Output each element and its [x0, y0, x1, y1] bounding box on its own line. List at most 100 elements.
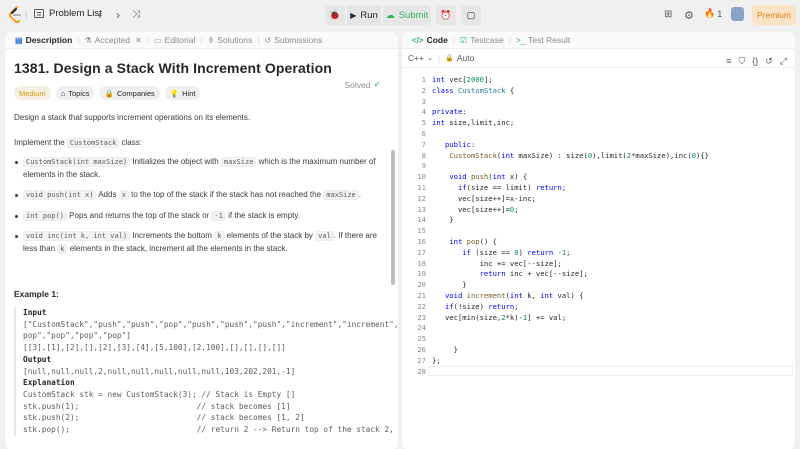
inline-code: x — [118, 190, 129, 200]
line-number: 21 — [417, 291, 426, 300]
close-icon[interactable]: ✕ — [135, 36, 142, 45]
inline-code: k — [57, 243, 68, 254]
streak-counter[interactable]: 🔥 1 — [704, 8, 722, 19]
divider: | — [25, 9, 28, 19]
explanation-line: stk.push(2); // stack becomes [1, 2] — [23, 413, 305, 423]
code-line: int pop() { — [449, 237, 497, 246]
leetcode-logo-icon[interactable] — [8, 6, 24, 24]
implement-pre: Implement the — [14, 137, 67, 147]
problem-intro: Design a stack that supports increment o… — [14, 113, 251, 122]
chevron-left-icon[interactable]: ‹ — [98, 8, 102, 22]
tab-accepted[interactable]: ⚗ Accepted ✕ — [81, 35, 146, 45]
run-button[interactable]: ▶ Run — [347, 5, 381, 25]
premium-button[interactable]: Premium — [752, 5, 796, 25]
gear-icon[interactable]: ⚙ — [684, 9, 694, 22]
code-line: void increment(int k, int val) { — [444, 291, 584, 300]
example-input-line: ["CustomStack","push","push","pop","push… — [23, 319, 398, 329]
tab-test-result[interactable]: >_ Test Result — [512, 35, 574, 45]
language-label: C++ — [408, 53, 425, 63]
lock-icon: 🔒 — [104, 88, 114, 98]
code-line: return inc + vec[--size]; — [479, 269, 588, 279]
debug-button[interactable]: 🐞 — [325, 5, 345, 25]
bug-icon: 🐞 — [329, 9, 341, 20]
code-line: if (size == 0) return -1; — [462, 247, 571, 257]
topics-pill[interactable]: ⌂ Topics — [55, 86, 95, 100]
submit-button[interactable]: ☁ Submit — [383, 5, 431, 25]
tab-testcase-label: Testcase — [470, 35, 504, 45]
layout-grid-icon[interactable]: ⊞ — [664, 9, 672, 20]
bullet-text: Increments the bottom — [130, 231, 215, 240]
checkbox-icon: ☑ — [460, 35, 468, 45]
bookmark-icon[interactable]: ⛉ — [738, 56, 745, 67]
run-submit-group: 🐞 ▶ Run ☁ Submit ⏰ ▢ — [325, 5, 481, 25]
description-scrollbar[interactable] — [391, 150, 395, 285]
problem-list-button[interactable]: Problem List — [34, 8, 102, 19]
code-line: class CustomStack { — [432, 85, 515, 95]
description-tabbar: ▤ Description | ⚗ Accepted ✕ | ▭ Editori… — [5, 32, 398, 49]
problem-title[interactable]: 1381. Design a Stack With Increment Oper… — [14, 60, 389, 76]
bullet-text: if the stack is empty. — [225, 210, 301, 220]
hint-pill[interactable]: 💡 Hint — [164, 86, 201, 100]
bullet-text: elements of the stack by — [224, 231, 316, 240]
tab-description[interactable]: ▤ Description — [11, 35, 76, 45]
code-line: } — [432, 280, 467, 290]
line-number: 2 — [421, 85, 426, 95]
explanation-label: Explanation — [23, 378, 75, 388]
line-number: 17 — [417, 247, 426, 257]
beaker-icon: ⚱ — [207, 35, 215, 45]
line-number: 16 — [417, 237, 426, 246]
tab-code-label: Code — [426, 35, 448, 45]
chevron-right-icon[interactable]: › — [116, 8, 120, 22]
alarm-button[interactable]: ⏰ — [436, 5, 456, 25]
language-select[interactable]: C++ ⌄ — [408, 53, 433, 63]
play-icon: ▶ — [350, 10, 357, 20]
bullet-text: elements in the stack, increment all the… — [67, 243, 288, 253]
terminal-icon: >_ — [515, 35, 526, 45]
document-icon: ▤ — [15, 35, 23, 45]
code-line: public: — [444, 139, 476, 149]
code-line: } — [432, 215, 454, 225]
line-number: 4 — [421, 107, 426, 117]
line-number: 18 — [417, 258, 426, 268]
code-tabbar: </> Code | ☑ Testcase | >_ Test Result — [402, 32, 795, 49]
avatar[interactable] — [731, 7, 744, 21]
tab-accepted-label: Accepted — [94, 35, 131, 45]
check-circle-icon: ✓ — [373, 79, 381, 89]
tab-submissions-label: Submissions — [274, 35, 323, 45]
line-number: 26 — [417, 345, 426, 354]
implement-post: class: — [119, 137, 142, 147]
implement-text: Implement the CustomStack class: — [14, 137, 389, 150]
bullet-text: Pops and returns the top of the stack or — [66, 210, 212, 220]
tab-test-result-label: Test Result — [528, 35, 571, 45]
code-panel: </> Code | ☑ Testcase | >_ Test Result C… — [402, 32, 795, 449]
line-number: 20 — [417, 280, 426, 290]
line-number: 14 — [417, 215, 426, 225]
code-editor[interactable]: 1 int vec[2000]; 2 class CustomStack {3 4 pri… — [402, 71, 795, 449]
tab-code[interactable]: </> Code — [408, 35, 452, 45]
bullet-text: to the top of the stack if the stack has… — [128, 190, 324, 199]
line-number: 6 — [421, 129, 426, 138]
tab-testcase[interactable]: ☑ Testcase — [456, 35, 508, 45]
tab-divider: | — [437, 53, 441, 63]
current-line-highlight — [428, 365, 793, 376]
line-number: 24 — [417, 323, 426, 333]
problem-list-label: Problem List — [49, 8, 102, 19]
reset-icon[interactable]: ↺ — [765, 56, 773, 67]
explanation-line: stk.push(1); // stack becomes [1] — [23, 401, 291, 411]
inline-code: val — [315, 231, 334, 241]
line-number: 12 — [417, 193, 426, 203]
example-output: [null,null,null,2,null,null,null,null,nu… — [23, 366, 296, 376]
tab-editorial[interactable]: ▭ Editorial — [150, 35, 199, 45]
code-line: if(!size) return; — [444, 301, 519, 311]
braces-icon[interactable]: {} — [752, 56, 758, 67]
companies-pill[interactable]: 🔒 Companies — [99, 86, 160, 100]
shuffle-icon[interactable]: ⤨ — [132, 9, 140, 20]
autocomplete-mode[interactable]: 🔒 Auto — [445, 53, 474, 63]
bullet-text: Adds — [96, 190, 119, 199]
tab-submissions[interactable]: ↺ Submissions — [260, 35, 326, 45]
format-icon[interactable]: ≡ — [726, 56, 731, 67]
notes-button[interactable]: ▢ — [461, 5, 481, 25]
topics-label: Topics — [68, 88, 90, 98]
expand-icon[interactable]: ⤢ — [780, 56, 787, 67]
tab-solutions[interactable]: ⚱ Solutions — [204, 35, 257, 45]
